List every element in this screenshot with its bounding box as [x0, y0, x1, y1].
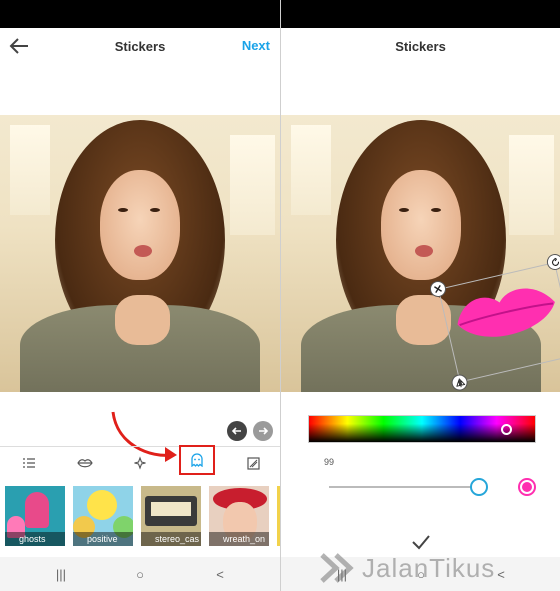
sticker-pack-positive[interactable]: positive: [73, 486, 133, 546]
close-icon: [434, 285, 442, 293]
back-arrow-icon[interactable]: [8, 36, 30, 56]
sticker-pack-label: stereo_cas: [141, 532, 201, 546]
window-light: [509, 135, 554, 235]
ghost-icon: [191, 453, 203, 467]
opacity-value: 99: [324, 457, 335, 467]
home-button[interactable]: ○: [131, 565, 149, 583]
sticker-pack-stereo-cassette[interactable]: stereo_cas: [141, 486, 201, 546]
window-light: [10, 125, 50, 215]
window-light: [230, 135, 275, 235]
system-nav-bar: ||| ○ <: [0, 557, 280, 591]
neck: [115, 295, 170, 345]
cassette-art: [151, 502, 191, 516]
previous-photo-button[interactable]: [227, 421, 247, 441]
sticker-pack-label: positive: [73, 532, 133, 546]
selected-color-swatch[interactable]: [518, 478, 536, 496]
lips: [134, 245, 152, 257]
sticker-pack-label: wreath_on: [209, 532, 269, 546]
app-header: Stickers: [281, 28, 560, 64]
tab-image[interactable]: [242, 453, 264, 473]
lips-icon: [77, 459, 93, 468]
image-icon: [246, 456, 260, 470]
arrow-left-icon: [231, 427, 241, 435]
arrow-right-icon: [259, 427, 269, 435]
window-light: [291, 125, 331, 215]
sticker-pack-list: ghosts positive stereo_cas wreath_on: [0, 486, 280, 546]
tab-list[interactable]: [18, 453, 40, 473]
eye: [431, 208, 441, 212]
tab-ghost[interactable]: [179, 445, 215, 475]
back-button[interactable]: <: [211, 565, 229, 583]
swatch-dot: [522, 482, 532, 492]
eye: [399, 208, 409, 212]
opacity-slider-track[interactable]: [329, 486, 481, 488]
sticker-pack-ghosts[interactable]: ghosts: [5, 486, 65, 546]
color-picker-gradient[interactable]: [308, 415, 536, 443]
next-photo-button[interactable]: [253, 421, 273, 441]
sticker-pack-label: ghosts: [5, 532, 65, 546]
sparkle-icon: [134, 456, 146, 470]
sticker-category-tabs: [0, 445, 280, 476]
ghost-art: [25, 492, 49, 528]
check-icon[interactable]: [411, 533, 431, 551]
page-title: Stickers: [395, 38, 446, 54]
eye: [150, 208, 160, 212]
watermark: JalanTikus: [320, 550, 550, 586]
status-bar: [0, 0, 280, 28]
watermark-text: JalanTikus: [362, 552, 496, 583]
sticker-pack-wreath[interactable]: wreath_on: [209, 486, 269, 546]
kiss-lips-sticker[interactable]: [447, 272, 560, 365]
face: [100, 170, 180, 280]
opacity-slider-knob[interactable]: [470, 478, 489, 496]
next-button[interactable]: Next: [242, 38, 270, 53]
app-header: Stickers Next: [0, 28, 280, 64]
eye: [118, 208, 128, 212]
smiley-art: [87, 490, 117, 520]
tab-lips[interactable]: [74, 453, 96, 473]
rotate-icon: [551, 257, 559, 266]
page-title: Stickers: [114, 38, 166, 54]
list-icon: [23, 458, 35, 468]
flip-icon: [455, 378, 465, 388]
face: [381, 170, 461, 280]
recents-button[interactable]: |||: [52, 565, 70, 583]
watermark-logo-icon: [320, 553, 354, 583]
color-picker-knob[interactable]: [501, 424, 512, 435]
tab-sparkle[interactable]: [130, 453, 152, 473]
photo-canvas[interactable]: [0, 115, 280, 392]
status-bar: [281, 0, 560, 28]
lips: [415, 245, 433, 257]
left-screen: Stickers Next ghosts positive stereo_cas…: [0, 0, 280, 591]
